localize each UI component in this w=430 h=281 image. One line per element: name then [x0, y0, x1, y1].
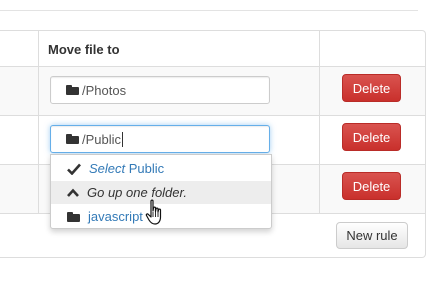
row-divider — [0, 115, 425, 116]
select-folder-name: Public — [128, 161, 165, 176]
folder-suggestion-label: javascript — [88, 209, 143, 224]
select-prefix: Select — [89, 161, 126, 176]
folder-icon — [66, 85, 79, 95]
folder-icon — [67, 211, 80, 222]
dropdown-item-select-public[interactable]: Select Public — [51, 157, 271, 180]
delete-button[interactable]: Delete — [342, 123, 401, 151]
text-caret — [122, 131, 124, 147]
check-icon — [67, 163, 81, 175]
row-divider — [0, 66, 425, 67]
top-divider — [0, 10, 418, 11]
folder-icon — [66, 134, 79, 144]
column-header-move-file-to: Move file to — [48, 42, 120, 57]
column-divider — [38, 31, 39, 214]
new-rule-button[interactable]: New rule — [336, 222, 408, 249]
hand-cursor-icon — [145, 199, 162, 225]
move-path-input[interactable]: /Photos — [50, 76, 270, 104]
chevron-up-icon — [67, 188, 79, 197]
move-path-input[interactable]: /Public — [50, 125, 270, 153]
delete-button[interactable]: Delete — [342, 172, 401, 200]
move-path-value: /Public — [82, 131, 122, 147]
column-divider — [319, 31, 320, 214]
delete-button[interactable]: Delete — [342, 74, 401, 102]
go-up-label: Go up one folder. — [87, 185, 187, 200]
move-path-value: /Photos — [82, 82, 127, 98]
